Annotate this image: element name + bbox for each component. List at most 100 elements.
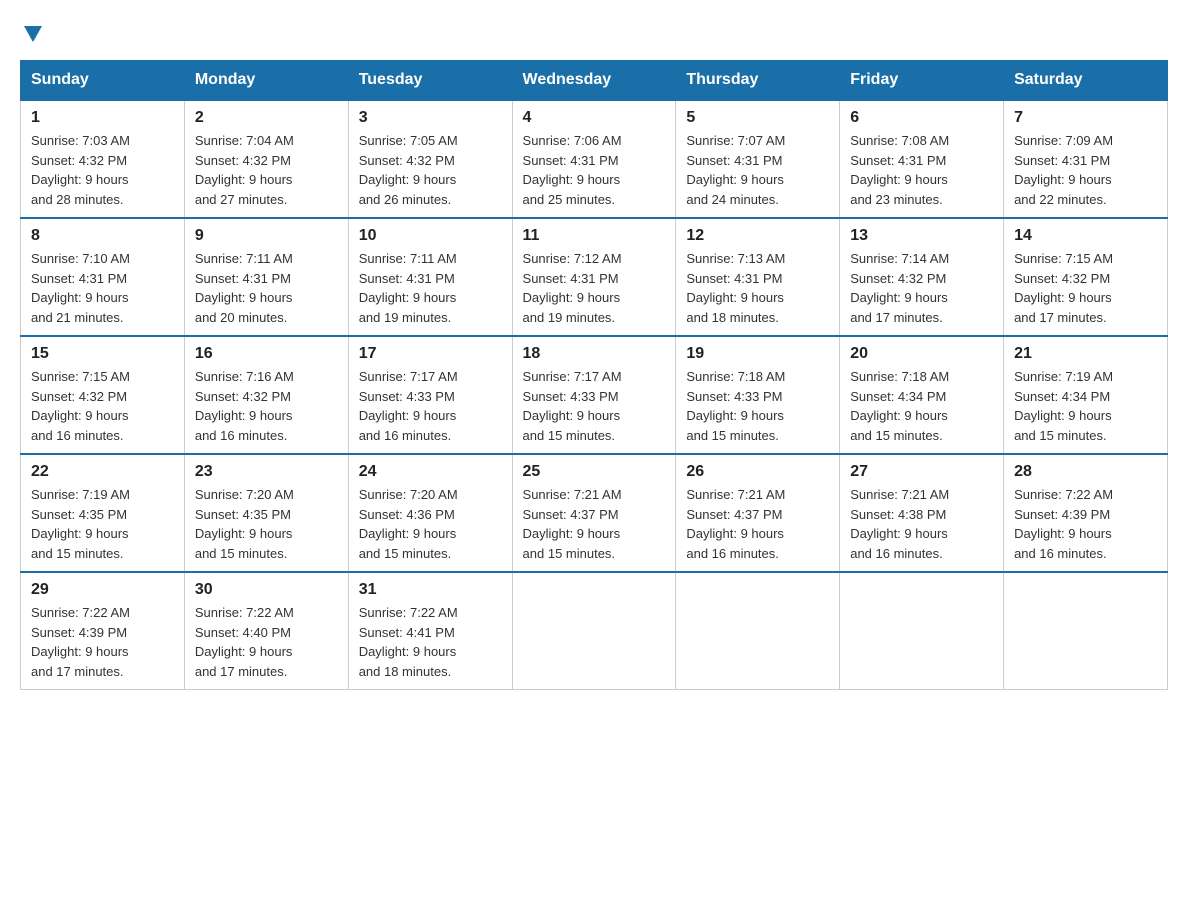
sunrise-label: Sunrise: 7:22 AM: [195, 605, 294, 620]
weekday-header-monday: Monday: [184, 61, 348, 101]
daylight-minutes: and 22 minutes.: [1014, 192, 1107, 207]
day-cell-8: 8 Sunrise: 7:10 AM Sunset: 4:31 PM Dayli…: [21, 218, 185, 336]
day-info: Sunrise: 7:21 AM Sunset: 4:38 PM Dayligh…: [850, 485, 993, 563]
sunset-label: Sunset: 4:39 PM: [31, 625, 127, 640]
day-number: 15: [31, 345, 174, 363]
logo: [20, 20, 44, 44]
week-row-3: 15 Sunrise: 7:15 AM Sunset: 4:32 PM Dayl…: [21, 336, 1168, 454]
sunset-label: Sunset: 4:32 PM: [1014, 271, 1110, 286]
daylight-label: Daylight: 9 hours: [31, 644, 129, 659]
sunrise-label: Sunrise: 7:20 AM: [359, 487, 458, 502]
daylight-label: Daylight: 9 hours: [523, 526, 621, 541]
day-info: Sunrise: 7:11 AM Sunset: 4:31 PM Dayligh…: [195, 249, 338, 327]
sunset-label: Sunset: 4:31 PM: [686, 153, 782, 168]
sunset-label: Sunset: 4:34 PM: [1014, 389, 1110, 404]
day-number: 4: [523, 109, 666, 127]
day-number: 23: [195, 463, 338, 481]
daylight-label: Daylight: 9 hours: [686, 290, 784, 305]
sunrise-label: Sunrise: 7:18 AM: [850, 369, 949, 384]
daylight-label: Daylight: 9 hours: [195, 290, 293, 305]
sunrise-label: Sunrise: 7:03 AM: [31, 133, 130, 148]
sunrise-label: Sunrise: 7:11 AM: [359, 251, 457, 266]
day-number: 17: [359, 345, 502, 363]
day-cell-27: 27 Sunrise: 7:21 AM Sunset: 4:38 PM Dayl…: [840, 454, 1004, 572]
daylight-minutes: and 15 minutes.: [195, 546, 288, 561]
sunset-label: Sunset: 4:33 PM: [359, 389, 455, 404]
weekday-header-thursday: Thursday: [676, 61, 840, 101]
sunset-label: Sunset: 4:40 PM: [195, 625, 291, 640]
day-info: Sunrise: 7:20 AM Sunset: 4:36 PM Dayligh…: [359, 485, 502, 563]
day-number: 31: [359, 581, 502, 599]
day-number: 24: [359, 463, 502, 481]
day-cell-19: 19 Sunrise: 7:18 AM Sunset: 4:33 PM Dayl…: [676, 336, 840, 454]
day-info: Sunrise: 7:09 AM Sunset: 4:31 PM Dayligh…: [1014, 131, 1157, 209]
daylight-label: Daylight: 9 hours: [195, 408, 293, 423]
sunrise-label: Sunrise: 7:19 AM: [31, 487, 130, 502]
day-info: Sunrise: 7:22 AM Sunset: 4:41 PM Dayligh…: [359, 603, 502, 681]
day-number: 11: [523, 227, 666, 245]
day-number: 10: [359, 227, 502, 245]
day-number: 29: [31, 581, 174, 599]
sunrise-label: Sunrise: 7:21 AM: [850, 487, 949, 502]
day-number: 12: [686, 227, 829, 245]
daylight-minutes: and 19 minutes.: [359, 310, 452, 325]
day-info: Sunrise: 7:14 AM Sunset: 4:32 PM Dayligh…: [850, 249, 993, 327]
day-info: Sunrise: 7:13 AM Sunset: 4:31 PM Dayligh…: [686, 249, 829, 327]
daylight-label: Daylight: 9 hours: [686, 408, 784, 423]
day-cell-10: 10 Sunrise: 7:11 AM Sunset: 4:31 PM Dayl…: [348, 218, 512, 336]
sunrise-label: Sunrise: 7:17 AM: [523, 369, 622, 384]
day-number: 28: [1014, 463, 1157, 481]
sunrise-label: Sunrise: 7:14 AM: [850, 251, 949, 266]
sunset-label: Sunset: 4:37 PM: [523, 507, 619, 522]
daylight-minutes: and 15 minutes.: [686, 428, 779, 443]
sunrise-label: Sunrise: 7:20 AM: [195, 487, 294, 502]
day-number: 21: [1014, 345, 1157, 363]
sunrise-label: Sunrise: 7:07 AM: [686, 133, 785, 148]
day-cell-14: 14 Sunrise: 7:15 AM Sunset: 4:32 PM Dayl…: [1004, 218, 1168, 336]
day-cell-2: 2 Sunrise: 7:04 AM Sunset: 4:32 PM Dayli…: [184, 100, 348, 218]
daylight-minutes: and 15 minutes.: [850, 428, 943, 443]
daylight-label: Daylight: 9 hours: [523, 290, 621, 305]
daylight-minutes: and 17 minutes.: [31, 664, 124, 679]
day-info: Sunrise: 7:22 AM Sunset: 4:39 PM Dayligh…: [1014, 485, 1157, 563]
sunrise-label: Sunrise: 7:12 AM: [523, 251, 622, 266]
daylight-minutes: and 16 minutes.: [850, 546, 943, 561]
day-cell-1: 1 Sunrise: 7:03 AM Sunset: 4:32 PM Dayli…: [21, 100, 185, 218]
daylight-minutes: and 28 minutes.: [31, 192, 124, 207]
sunset-label: Sunset: 4:38 PM: [850, 507, 946, 522]
daylight-label: Daylight: 9 hours: [31, 172, 129, 187]
day-number: 25: [523, 463, 666, 481]
day-cell-20: 20 Sunrise: 7:18 AM Sunset: 4:34 PM Dayl…: [840, 336, 1004, 454]
sunset-label: Sunset: 4:32 PM: [195, 153, 291, 168]
sunrise-label: Sunrise: 7:21 AM: [523, 487, 622, 502]
sunrise-label: Sunrise: 7:15 AM: [1014, 251, 1113, 266]
day-number: 26: [686, 463, 829, 481]
sunrise-label: Sunrise: 7:13 AM: [686, 251, 785, 266]
day-info: Sunrise: 7:08 AM Sunset: 4:31 PM Dayligh…: [850, 131, 993, 209]
day-info: Sunrise: 7:15 AM Sunset: 4:32 PM Dayligh…: [1014, 249, 1157, 327]
daylight-label: Daylight: 9 hours: [359, 290, 457, 305]
daylight-minutes: and 17 minutes.: [195, 664, 288, 679]
sunset-label: Sunset: 4:34 PM: [850, 389, 946, 404]
sunset-label: Sunset: 4:31 PM: [523, 153, 619, 168]
day-cell-21: 21 Sunrise: 7:19 AM Sunset: 4:34 PM Dayl…: [1004, 336, 1168, 454]
logo-triangle-icon: [22, 22, 44, 44]
daylight-minutes: and 16 minutes.: [31, 428, 124, 443]
daylight-minutes: and 21 minutes.: [31, 310, 124, 325]
daylight-minutes: and 16 minutes.: [195, 428, 288, 443]
day-number: 6: [850, 109, 993, 127]
day-cell-15: 15 Sunrise: 7:15 AM Sunset: 4:32 PM Dayl…: [21, 336, 185, 454]
daylight-minutes: and 16 minutes.: [1014, 546, 1107, 561]
week-row-5: 29 Sunrise: 7:22 AM Sunset: 4:39 PM Dayl…: [21, 572, 1168, 690]
day-cell-12: 12 Sunrise: 7:13 AM Sunset: 4:31 PM Dayl…: [676, 218, 840, 336]
sunset-label: Sunset: 4:31 PM: [850, 153, 946, 168]
day-number: 1: [31, 109, 174, 127]
calendar-table: SundayMondayTuesdayWednesdayThursdayFrid…: [20, 60, 1168, 690]
day-info: Sunrise: 7:19 AM Sunset: 4:34 PM Dayligh…: [1014, 367, 1157, 445]
sunrise-label: Sunrise: 7:11 AM: [195, 251, 293, 266]
sunrise-label: Sunrise: 7:21 AM: [686, 487, 785, 502]
daylight-minutes: and 20 minutes.: [195, 310, 288, 325]
daylight-minutes: and 15 minutes.: [359, 546, 452, 561]
daylight-minutes: and 15 minutes.: [31, 546, 124, 561]
weekday-header-wednesday: Wednesday: [512, 61, 676, 101]
